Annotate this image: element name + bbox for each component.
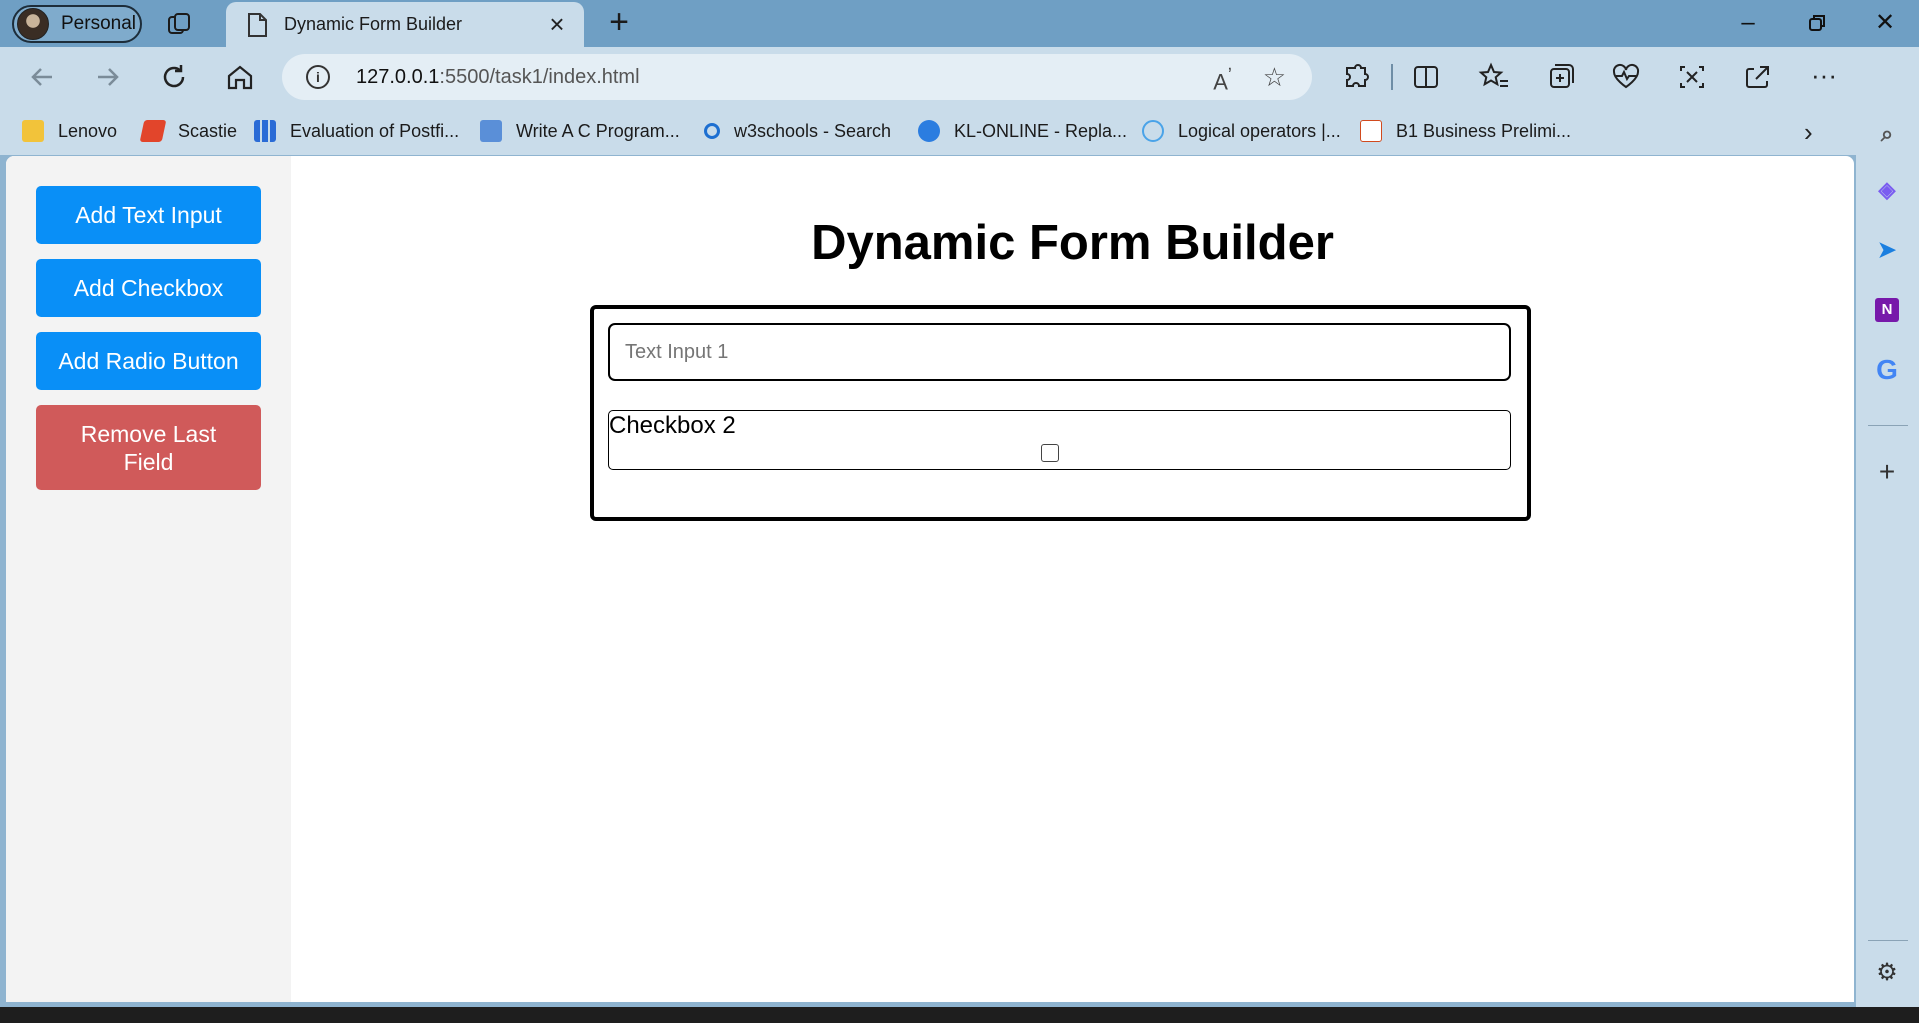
edge-sidebar: ⌕ ◈ ➤ N G + ⚙ [1856,47,1919,1007]
tab-active[interactable]: Dynamic Form Builder × [226,2,584,47]
profile-label: Personal [61,13,136,34]
bookmark-kl-online[interactable]: KL-ONLINE - Repla... [918,118,1127,144]
toolbar: i 127.0.0.1:5500/task1/index.html Aʼ ☆ ·… [0,47,1919,107]
add-radio-button-button[interactable]: Add Radio Button [36,332,261,390]
health-icon[interactable] [1608,59,1644,95]
more-options-icon[interactable]: ··· [1806,59,1842,95]
back-icon[interactable] [26,61,58,93]
workspaces-icon[interactable] [166,10,194,38]
restore-icon[interactable] [1802,8,1832,38]
checkbox-label: Checkbox 2 [609,412,736,439]
new-tab-icon[interactable]: + [602,5,636,40]
refresh-icon[interactable] [158,61,190,93]
close-window-icon[interactable]: ✕ [1870,8,1900,38]
taskbar-strip [0,1007,1919,1023]
read-aloud-icon[interactable]: Aʼ [1213,64,1232,95]
copilot-sidebar-icon[interactable]: ◈ [1870,173,1904,207]
add-sidebar-icon[interactable]: + [1870,455,1904,489]
checkbox-field: Checkbox 2 [608,410,1511,470]
search-sidebar-icon[interactable]: ⌕ [1870,117,1904,151]
add-checkbox-button[interactable]: Add Checkbox [36,259,261,317]
page-title: Dynamic Form Builder [811,216,1334,270]
toolbar-divider [1391,64,1393,90]
bookmark-evaluation[interactable]: Evaluation of Postfi... [254,118,459,144]
address-bar[interactable]: i 127.0.0.1:5500/task1/index.html Aʼ ☆ [282,54,1312,100]
bookmark-scastie[interactable]: Scastie [139,118,237,144]
code-icon [480,120,502,142]
grid-icon [254,120,276,142]
bookmark-w3schools[interactable]: w3schools - Search [704,118,891,144]
react-icon [1142,120,1164,142]
sidebar-divider-bottom [1868,940,1908,941]
text-input-field[interactable] [608,323,1511,381]
google-icon[interactable]: G [1870,353,1904,387]
chevron-right-icon[interactable]: › [1804,117,1813,148]
avatar [17,8,49,40]
title-bar: Personal Dynamic Form Builder × + – ✕ [0,0,1919,47]
form-container: Checkbox 2 [590,305,1531,521]
collections-icon[interactable] [1542,59,1578,95]
extensions-icon[interactable] [1338,59,1374,95]
favorite-star-icon[interactable]: ☆ [1263,62,1286,93]
settings-gear-icon[interactable]: ⚙ [1870,955,1904,989]
builder-sidebar: Add Text Input Add Checkbox Add Radio Bu… [6,156,291,1002]
bookmark-lenovo[interactable]: Lenovo [22,118,117,144]
bookmarks-bar: Lenovo Scastie Evaluation of Postfi... W… [0,107,1919,155]
page-icon [248,12,267,37]
remove-last-field-button[interactable]: Remove Last Field [36,405,261,490]
checkbox-input[interactable] [1041,444,1059,462]
search-icon [704,123,720,139]
favorites-icon[interactable] [1476,59,1512,95]
split-screen-icon[interactable] [1408,59,1444,95]
add-text-input-button[interactable]: Add Text Input [36,186,261,244]
folder-icon [22,120,44,142]
scastie-icon [139,120,167,142]
bookmark-write-c[interactable]: Write A C Program... [480,118,680,144]
screenshot-icon[interactable] [1674,59,1710,95]
bookmark-b1-business[interactable]: B1 Business Prelimi... [1360,118,1571,144]
sidebar-divider [1868,425,1908,426]
forward-icon[interactable] [92,61,124,93]
tab-title: Dynamic Form Builder [284,14,463,34]
b1-icon [1360,120,1382,142]
bookmark-logical-operators[interactable]: Logical operators |... [1142,118,1341,144]
kl-icon [918,120,940,142]
share-icon[interactable] [1740,59,1776,95]
minimize-icon[interactable]: – [1733,8,1763,38]
profile-button[interactable]: Personal [12,5,142,43]
url-text[interactable]: 127.0.0.1:5500/task1/index.html [356,66,640,89]
onenote-icon[interactable]: N [1870,293,1904,327]
home-icon[interactable] [224,61,256,93]
page-viewport: Add Text Input Add Checkbox Add Radio Bu… [6,156,1854,1002]
site-info-icon[interactable]: i [306,65,330,89]
telegram-icon[interactable]: ➤ [1870,233,1904,267]
close-tab-icon[interactable]: × [544,11,570,37]
